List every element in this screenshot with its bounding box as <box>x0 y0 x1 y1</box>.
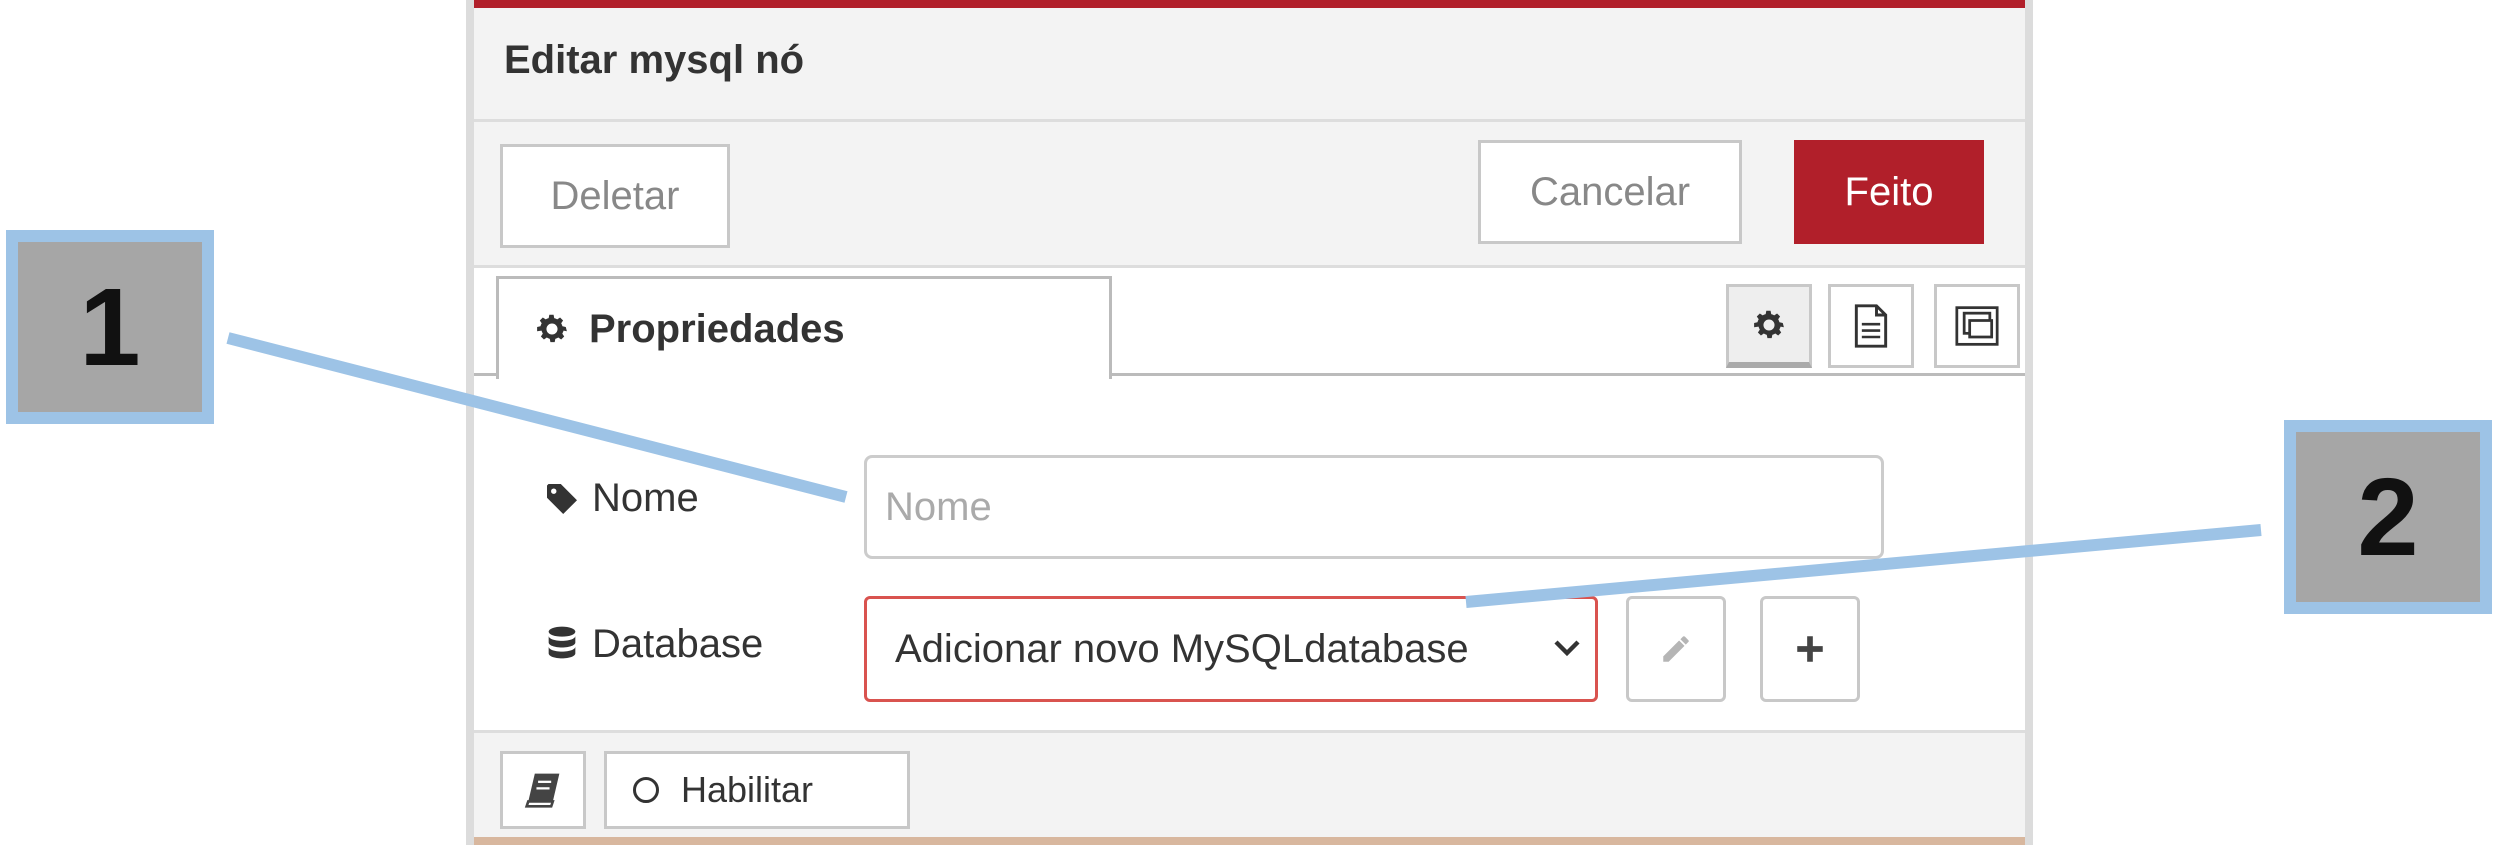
name-label-row: Nome <box>544 476 699 521</box>
tab-bar: Propriedades <box>474 268 2025 379</box>
edit-node-dialog: Editar mysql nó Deletar Cancelar Feito P… <box>466 0 2033 845</box>
top-accent-bar <box>474 0 2025 8</box>
chevron-down-icon <box>1554 640 1580 657</box>
tab-settings[interactable] <box>1726 284 1812 368</box>
dialog-header: Editar mysql nó <box>474 8 2025 122</box>
bottom-accent-bar <box>474 837 2025 845</box>
enable-label: Habilitar <box>681 769 814 810</box>
name-input[interactable] <box>864 455 1884 559</box>
database-select[interactable]: Adicionar novo MySQLdatabase <box>864 596 1598 702</box>
gear-icon <box>537 314 567 343</box>
cancel-button[interactable]: Cancelar <box>1478 140 1742 244</box>
pencil-icon <box>1663 636 1689 662</box>
callout-1: 1 <box>6 230 214 424</box>
plus-icon <box>1797 636 1823 662</box>
done-button[interactable]: Feito <box>1794 140 1984 244</box>
book-icon <box>524 773 560 808</box>
tab-description[interactable] <box>1828 284 1914 368</box>
dialog-footer: Habilitar <box>474 730 2025 837</box>
tag-icon <box>547 483 577 514</box>
add-database-button[interactable] <box>1760 596 1860 702</box>
dialog-title: Editar mysql nó <box>504 38 805 82</box>
circle-icon <box>633 777 659 803</box>
name-label: Nome <box>592 476 699 520</box>
tab-properties-label: Propriedades <box>589 306 845 351</box>
dialog-toolbar: Deletar Cancelar Feito <box>474 122 2025 268</box>
help-button[interactable] <box>500 751 586 829</box>
database-label: Database <box>592 622 764 666</box>
appearance-icon <box>1955 306 1999 346</box>
callout-2: 2 <box>2284 420 2492 614</box>
enable-toggle[interactable]: Habilitar <box>604 751 910 829</box>
edit-database-button[interactable] <box>1626 596 1726 702</box>
tab-appearance[interactable] <box>1934 284 2020 368</box>
description-icon <box>1854 304 1888 348</box>
database-icon <box>548 626 576 658</box>
database-label-row: Database <box>544 622 763 667</box>
database-select-value: Adicionar novo MySQLdatabase <box>895 626 1469 671</box>
tab-properties[interactable]: Propriedades <box>496 276 1112 379</box>
gear-icon <box>1754 310 1784 338</box>
delete-button[interactable]: Deletar <box>500 144 730 248</box>
